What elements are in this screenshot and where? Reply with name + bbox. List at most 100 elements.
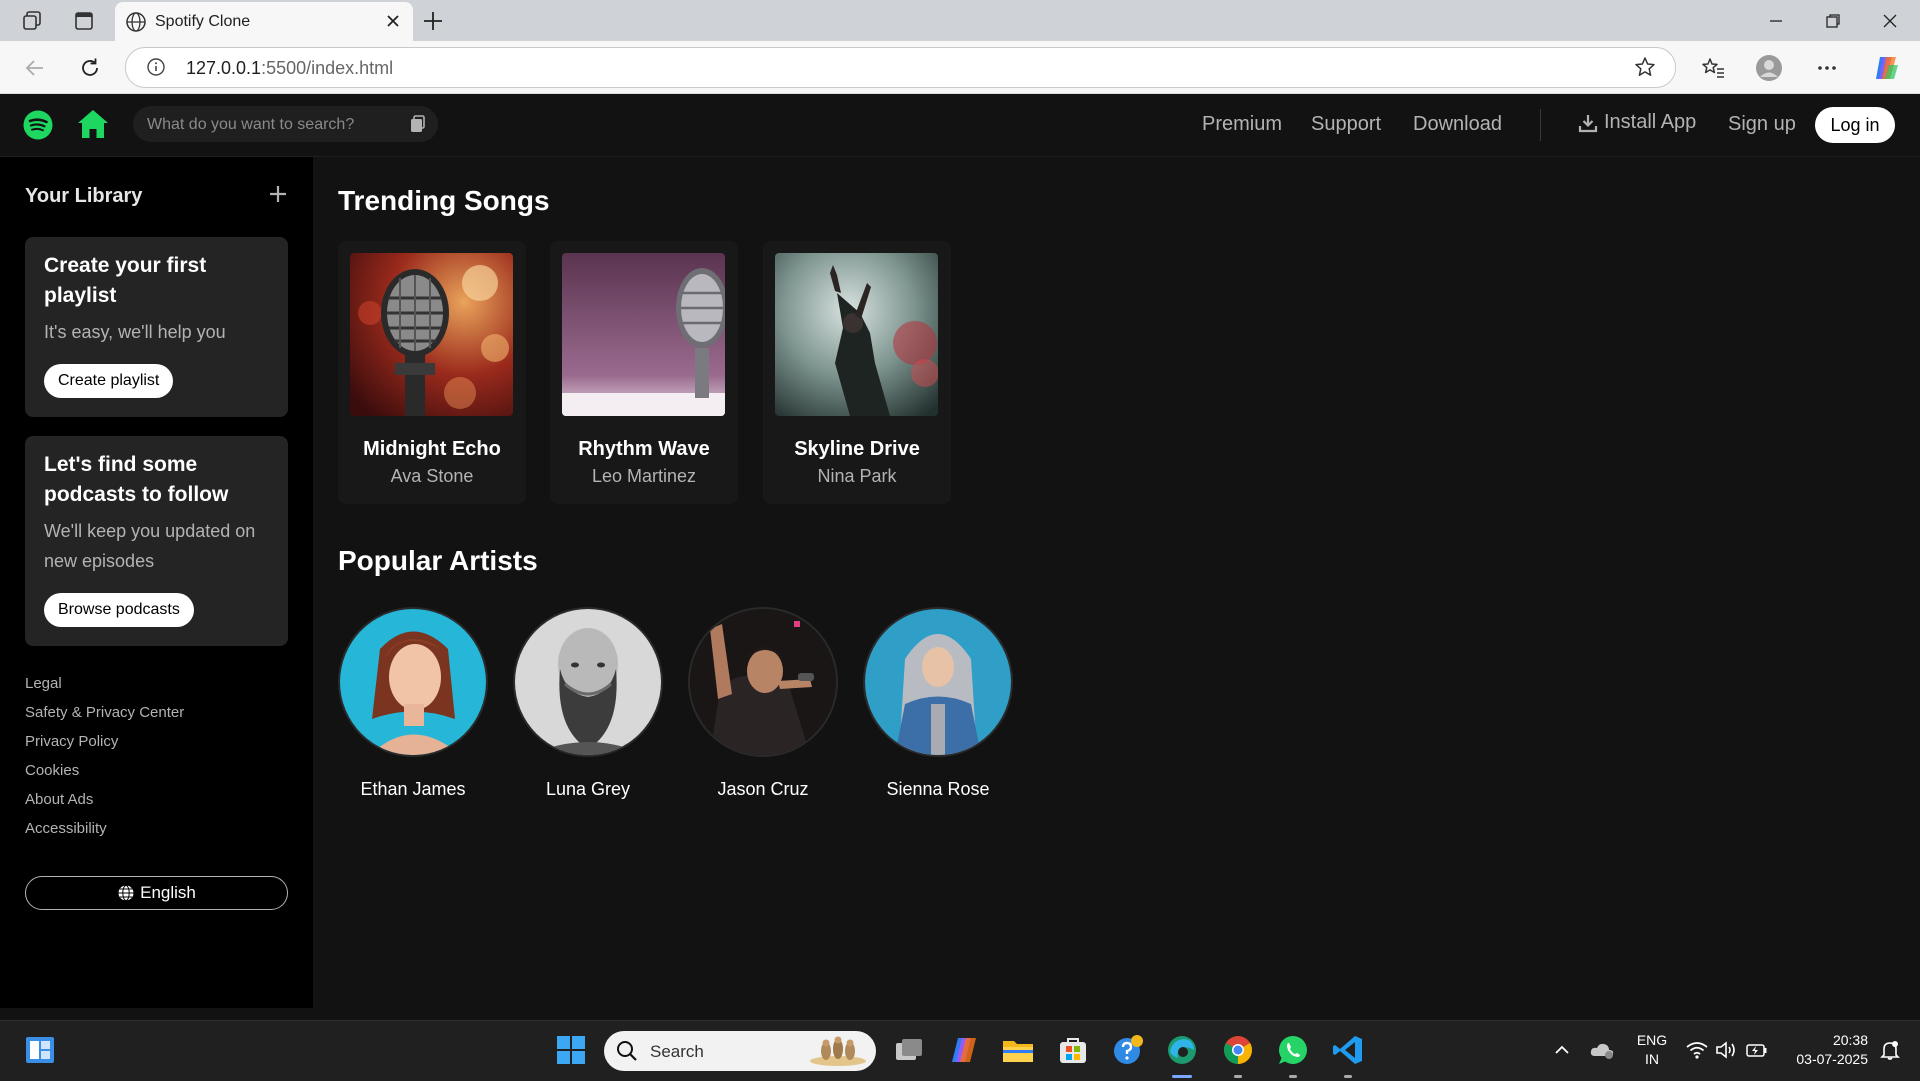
active-app-indicator (1172, 1075, 1192, 1078)
profile-avatar-icon[interactable] (1755, 54, 1783, 82)
song-artist: Ava Stone (390, 466, 474, 486)
browser-tab-strip: Spotify Clone (0, 0, 1920, 41)
url-bar[interactable]: 127.0.0.1:5500/index.html (125, 47, 1676, 88)
taskbar-search[interactable] (604, 1031, 876, 1073)
site-info-icon[interactable] (146, 57, 166, 77)
artist-name: Jason Cruz (717, 779, 809, 799)
globe-icon (117, 884, 135, 902)
input-language[interactable]: ENG IN (1632, 1031, 1672, 1069)
song-title: Skyline Drive (794, 438, 920, 460)
song-title: Rhythm Wave (578, 438, 710, 460)
browse-icon[interactable] (407, 114, 427, 134)
app-header: Premium Support Download Install App Sig… (0, 94, 1920, 157)
edge-browser-icon[interactable] (1166, 1034, 1198, 1066)
address-bar-row: 127.0.0.1:5500/index.html (0, 41, 1920, 94)
trending-songs-title: Trending Songs (338, 185, 550, 216)
vertical-tabs-icon[interactable] (72, 9, 96, 33)
artist-photo (688, 607, 838, 757)
song-card[interactable]: Rhythm Wave Leo Martinez (550, 241, 738, 504)
footer-link-accessibility[interactable]: Accessibility (25, 820, 107, 837)
active-tab[interactable]: Spotify Clone (115, 2, 413, 41)
sidebar: Your Library Create your first playlist … (0, 157, 313, 1008)
store-icon[interactable] (1057, 1034, 1089, 1066)
main-content: Trending Songs Midnight Echo Ava Stone R… (313, 157, 1920, 1008)
add-icon[interactable] (268, 184, 288, 204)
close-tab-icon[interactable] (383, 11, 403, 31)
clock[interactable]: 20:38 03-07-2025 (1782, 1031, 1868, 1069)
favorites-icon[interactable] (1699, 54, 1727, 82)
nav-support[interactable]: Support (1311, 113, 1381, 136)
footer-link-safety[interactable]: Safety & Privacy Center (25, 704, 184, 721)
song-artist: Nina Park (817, 466, 897, 486)
battery-icon[interactable] (1741, 1034, 1773, 1066)
more-options-icon[interactable] (1813, 54, 1841, 82)
minimize-icon[interactable] (1763, 8, 1789, 34)
widgets-icon[interactable] (24, 1034, 56, 1066)
volume-icon[interactable] (1711, 1034, 1743, 1066)
url-text: 127.0.0.1:5500/index.html (186, 58, 394, 78)
song-title: Midnight Echo (363, 438, 501, 460)
podcasts-card-title: Let's find some podcasts to follow (44, 453, 229, 506)
reload-icon[interactable] (76, 54, 104, 82)
artist-name: Ethan James (360, 779, 466, 799)
install-app-label: Install App (1604, 111, 1697, 133)
copilot-app-icon[interactable] (948, 1034, 980, 1066)
whatsapp-icon[interactable] (1277, 1034, 1309, 1066)
home-icon[interactable] (76, 108, 110, 140)
open-app-indicator (1344, 1075, 1352, 1078)
footer-link-privacy[interactable]: Privacy Policy (25, 733, 118, 750)
nav-premium[interactable]: Premium (1202, 113, 1282, 136)
help-icon[interactable] (1112, 1034, 1144, 1066)
file-explorer-icon[interactable] (1002, 1034, 1034, 1066)
onedrive-icon[interactable] (1586, 1034, 1618, 1066)
install-app-link[interactable]: Install App (1578, 111, 1696, 134)
back-arrow-icon[interactable] (21, 54, 49, 82)
create-playlist-card: Create your first playlist It's easy, we… (25, 237, 288, 417)
open-app-indicator (1289, 1075, 1297, 1078)
podcasts-card: Let's find some podcasts to follow We'll… (25, 436, 288, 646)
podcasts-card-subtitle: We'll keep you updated on new episodes (44, 521, 256, 571)
spotify-logo-icon[interactable] (23, 110, 53, 140)
search-input[interactable] (145, 106, 399, 144)
library-title: Your Library (25, 185, 143, 207)
header-divider (1540, 109, 1541, 141)
artist-photo (863, 607, 1013, 757)
song-card[interactable]: Midnight Echo Ava Stone (338, 241, 526, 504)
search-icon (616, 1040, 638, 1062)
song-card[interactable]: Skyline Drive Nina Park (763, 241, 951, 504)
language-button[interactable]: English (25, 876, 288, 910)
artist-photo (338, 607, 488, 757)
search-bar[interactable] (133, 106, 438, 144)
vscode-icon[interactable] (1332, 1034, 1364, 1066)
footer-link-legal[interactable]: Legal (25, 675, 62, 692)
download-icon (1578, 113, 1598, 133)
task-view-icon[interactable] (893, 1034, 925, 1066)
chrome-icon[interactable] (1222, 1034, 1254, 1066)
footer-link-cookies[interactable]: Cookies (25, 762, 79, 779)
wifi-icon[interactable] (1681, 1034, 1713, 1066)
tab-title: Spotify Clone (155, 13, 251, 30)
playlist-card-subtitle: It's easy, we'll help you (44, 322, 226, 342)
artist-photo (513, 607, 663, 757)
new-tab-icon[interactable] (421, 9, 445, 33)
close-window-icon[interactable] (1877, 8, 1903, 34)
album-art (350, 253, 513, 416)
create-playlist-button[interactable]: Create playlist (44, 364, 174, 398)
favorite-star-icon[interactable] (1633, 55, 1657, 79)
open-app-indicator (1234, 1075, 1242, 1078)
popular-artists-title: Popular Artists (338, 545, 538, 576)
footer-link-about-ads[interactable]: About Ads (25, 791, 93, 808)
taskbar-search-input[interactable] (648, 1031, 802, 1073)
login-button[interactable]: Log in (1815, 107, 1895, 143)
restore-icon[interactable] (1820, 8, 1846, 34)
browse-podcasts-button[interactable]: Browse podcasts (44, 593, 194, 627)
notifications-icon[interactable] (1874, 1034, 1906, 1066)
nav-download[interactable]: Download (1413, 113, 1502, 136)
signup-link[interactable]: Sign up (1728, 113, 1796, 136)
show-hidden-icons[interactable] (1546, 1034, 1578, 1066)
copilot-icon[interactable] (1872, 54, 1900, 82)
workspaces-icon[interactable] (20, 9, 44, 33)
start-icon[interactable] (555, 1034, 587, 1066)
album-art (562, 253, 725, 416)
artist-name: Sienna Rose (886, 779, 990, 799)
